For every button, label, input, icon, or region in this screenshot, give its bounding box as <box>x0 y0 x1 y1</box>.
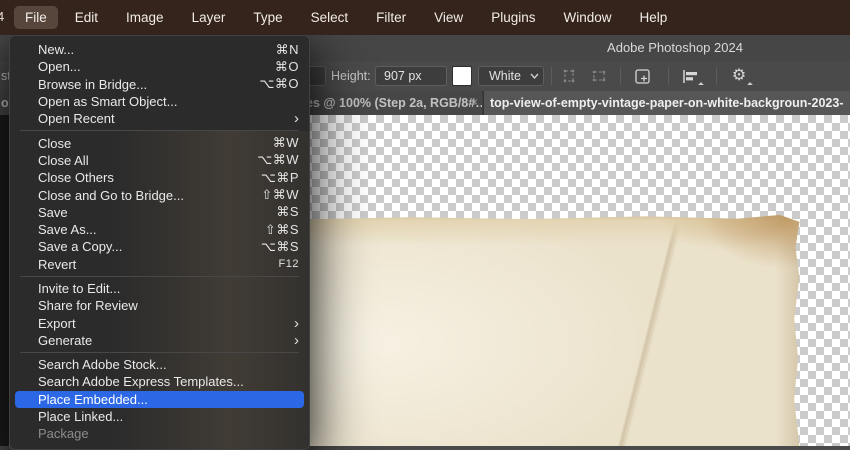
height-field-value: 907 px <box>384 69 422 83</box>
app-title: Adobe Photoshop 2024 <box>607 40 743 55</box>
menu-item-close-others[interactable]: Close Others ⌥⌘P <box>10 169 309 186</box>
artboard-background-value: White <box>489 69 521 83</box>
menu-item-open[interactable]: Open... ⌘O <box>10 58 309 75</box>
menu-item-invite-to-edit[interactable]: Invite to Edit... <box>10 280 309 297</box>
menu-item-save-as[interactable]: Save As... ⇧⌘S <box>10 221 309 238</box>
menu-item-search-adobe-stock[interactable]: Search Adobe Stock... <box>10 356 309 373</box>
menu-item-browse-in-bridge[interactable]: Browse in Bridge... ⌥⌘O <box>10 76 309 93</box>
menu-item-save[interactable]: Save ⌘S <box>10 204 309 221</box>
menu-item-save-a-copy[interactable]: Save a Copy... ⌥⌘S <box>10 238 309 255</box>
divider <box>668 67 669 85</box>
close-icon[interactable]: × <box>471 95 482 109</box>
portrait-artboard-icon <box>559 67 579 85</box>
menu-item-close-and-go-to-bridge[interactable]: Close and Go to Bridge... ⇧⌘W <box>10 186 309 203</box>
menubar-item-help[interactable]: Help <box>628 6 678 29</box>
menubar-item-select[interactable]: Select <box>300 6 360 29</box>
menu-item-place-embedded[interactable]: Place Embedded... <box>15 390 304 408</box>
menubar-edge-fragment: 4 <box>0 9 5 24</box>
menu-item-package[interactable]: Package <box>10 425 309 442</box>
tab-label: es @ 100% (Step 2a, RGB/8#… <box>306 96 482 110</box>
menu-item-revert[interactable]: Revert F12 <box>10 256 309 273</box>
menu-item-place-linked[interactable]: Place Linked... <box>10 408 309 425</box>
artboard-background-dropdown[interactable]: White <box>478 66 544 86</box>
menu-separator <box>20 130 299 132</box>
menubar-item-view[interactable]: View <box>423 6 474 29</box>
menubar-item-window[interactable]: Window <box>552 6 622 29</box>
artboard-background-swatch[interactable] <box>452 66 472 86</box>
landscape-artboard-icon <box>589 67 609 85</box>
menu-item-search-adobe-express-templates[interactable]: Search Adobe Express Templates... <box>10 373 309 390</box>
height-field[interactable]: 907 px <box>375 66 447 86</box>
menubar-item-type[interactable]: Type <box>242 6 293 29</box>
menu-item-open-as-smart-object[interactable]: Open as Smart Object... <box>10 93 309 110</box>
menubar-item-plugins[interactable]: Plugins <box>480 6 546 29</box>
add-artboard-icon[interactable] <box>633 67 653 85</box>
height-field-label: Height: <box>331 69 371 83</box>
menu-shadow-strip <box>0 115 9 446</box>
menu-item-generate[interactable]: Generate › <box>10 332 309 349</box>
menu-separator <box>20 352 299 354</box>
menubar-item-filter[interactable]: Filter <box>365 6 417 29</box>
tab-label: top-view-of-empty-vintage-paper-on-white… <box>490 96 844 110</box>
flyout-triangle-icon <box>747 82 753 88</box>
tab-vintage-paper-document[interactable]: top-view-of-empty-vintage-paper-on-white… <box>483 91 850 115</box>
chevron-down-icon <box>530 73 539 79</box>
tab-left-fragment: o <box>1 96 9 110</box>
divider <box>716 67 717 85</box>
file-menu: New... ⌘N Open... ⌘O Browse in Bridge... ⌥⌘… <box>9 35 310 450</box>
menu-item-close[interactable]: Close ⌘W <box>10 134 309 151</box>
menu-item-close-all[interactable]: Close All ⌥⌘W <box>10 152 309 169</box>
menu-item-open-recent[interactable]: Open Recent › <box>10 110 309 127</box>
gear-icon[interactable]: ⚙ <box>729 67 753 88</box>
menu-separator <box>20 275 299 277</box>
menubar-item-file[interactable]: File <box>14 6 58 29</box>
menu-item-new[interactable]: New... ⌘N <box>10 41 309 58</box>
menubar-item-edit[interactable]: Edit <box>64 6 109 29</box>
menu-item-share-for-review[interactable]: Share for Review <box>10 297 309 314</box>
align-icon[interactable] <box>680 67 704 88</box>
submenu-arrow-icon: › <box>294 110 299 128</box>
flyout-triangle-icon <box>698 82 704 88</box>
divider <box>620 67 621 85</box>
submenu-arrow-icon: › <box>294 314 299 332</box>
menubar-item-layer[interactable]: Layer <box>181 6 237 29</box>
menubar: 4 File Edit Image Layer Type Select Filt… <box>0 0 850 35</box>
submenu-arrow-icon: › <box>294 331 299 349</box>
divider <box>551 67 552 85</box>
menubar-item-image[interactable]: Image <box>115 6 175 29</box>
menu-item-export[interactable]: Export › <box>10 314 309 331</box>
